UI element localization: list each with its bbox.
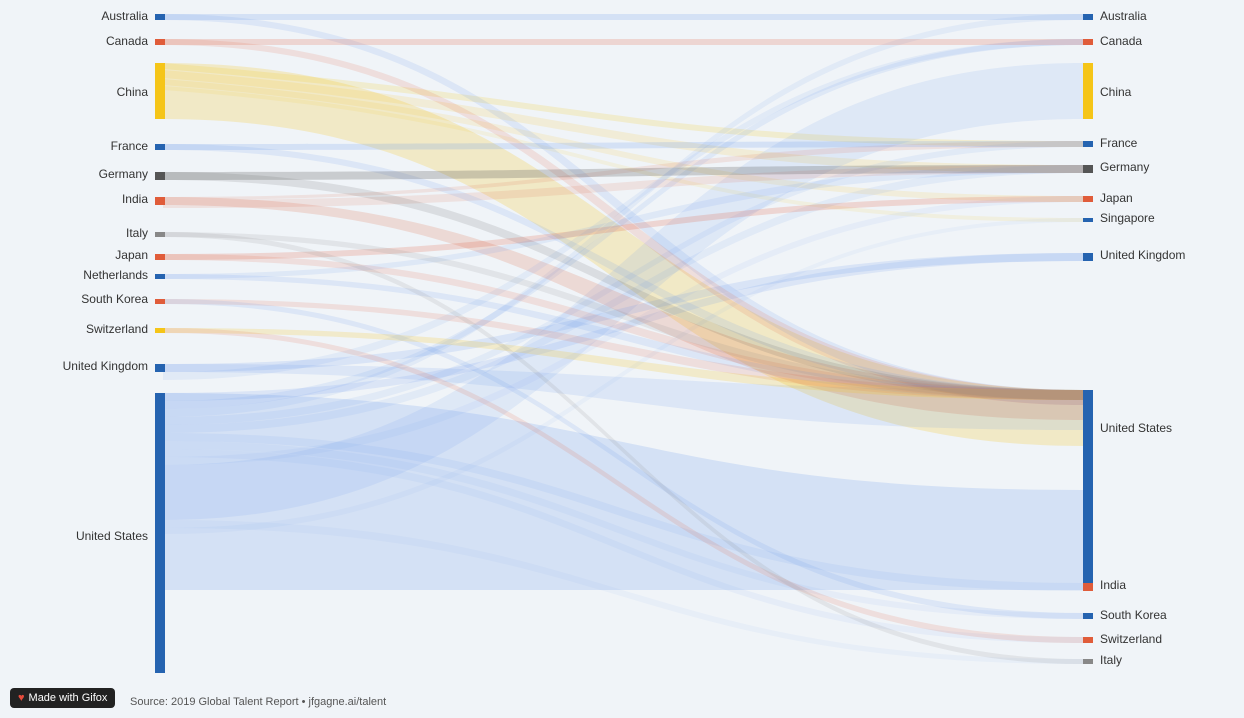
source-citation: Source: 2019 Global Talent Report • jfga… xyxy=(130,696,386,708)
right-bar-switzerland xyxy=(1083,637,1093,643)
source-text: Source: 2019 Global Talent Report • jfga… xyxy=(130,696,386,708)
left-bar-united-states xyxy=(155,393,165,673)
right-bar-united-states xyxy=(1083,390,1093,590)
right-bar-italy xyxy=(1083,659,1093,664)
label-right-united-kingdom: United Kingdom xyxy=(1100,248,1185,262)
label-right-switzerland: Switzerland xyxy=(1100,632,1162,646)
left-bar-china xyxy=(155,63,165,119)
left-bar-netherlands xyxy=(155,274,165,279)
label-left-australia: Australia xyxy=(101,9,148,23)
label-left-china: China xyxy=(117,85,149,99)
right-bar-china xyxy=(1083,63,1093,119)
right-bar-germany xyxy=(1083,165,1093,173)
label-left-india: India xyxy=(122,192,148,206)
label-right-canada: Canada xyxy=(1100,34,1142,48)
sankey-chart: Australia Canada China France Germany In… xyxy=(0,0,1244,718)
right-bar-south-korea xyxy=(1083,613,1093,619)
right-bar-united-kingdom xyxy=(1083,253,1093,261)
label-left-south-korea: South Korea xyxy=(81,292,148,306)
left-bar-japan xyxy=(155,254,165,260)
label-left-italy: Italy xyxy=(126,226,148,240)
left-bar-india xyxy=(155,197,165,205)
label-left-canada: Canada xyxy=(106,34,148,48)
label-left-united-kingdom: United Kingdom xyxy=(63,359,148,373)
watermark-badge: ♥ Made with Gifox xyxy=(10,688,115,708)
left-bar-united-kingdom xyxy=(155,364,165,372)
label-right-france: France xyxy=(1100,136,1138,150)
label-left-germany: Germany xyxy=(99,167,148,181)
label-left-japan: Japan xyxy=(115,248,148,262)
left-bar-switzerland xyxy=(155,328,165,333)
label-right-australia: Australia xyxy=(1100,9,1147,23)
right-bar-canada xyxy=(1083,39,1093,45)
right-bar-singapore xyxy=(1083,218,1093,222)
left-bar-france xyxy=(155,144,165,150)
label-right-china: China xyxy=(1100,85,1132,99)
left-bar-australia xyxy=(155,14,165,20)
right-bar-france xyxy=(1083,141,1093,147)
label-right-united-states: United States xyxy=(1100,421,1172,435)
label-left-switzerland: Switzerland xyxy=(86,322,148,336)
left-bar-italy xyxy=(155,232,165,237)
label-left-netherlands: Netherlands xyxy=(83,268,148,282)
label-left-united-states: United States xyxy=(76,529,148,543)
label-right-germany: Germany xyxy=(1100,160,1149,174)
chart-container: Australia Canada China France Germany In… xyxy=(0,0,1244,718)
left-bar-south-korea xyxy=(155,299,165,304)
label-right-japan: Japan xyxy=(1100,191,1133,205)
label-left-france: France xyxy=(111,139,149,153)
label-right-india: India xyxy=(1100,578,1126,592)
watermark-text: Made with Gifox xyxy=(29,692,108,704)
label-right-italy: Italy xyxy=(1100,653,1122,667)
right-bar-india xyxy=(1083,583,1093,591)
watermark-icon: ♥ xyxy=(18,692,25,704)
left-bar-germany xyxy=(155,172,165,180)
label-right-south-korea: South Korea xyxy=(1100,608,1167,622)
label-right-singapore: Singapore xyxy=(1100,211,1155,225)
left-bar-canada xyxy=(155,39,165,45)
right-bar-australia xyxy=(1083,14,1093,20)
right-bar-japan xyxy=(1083,196,1093,202)
